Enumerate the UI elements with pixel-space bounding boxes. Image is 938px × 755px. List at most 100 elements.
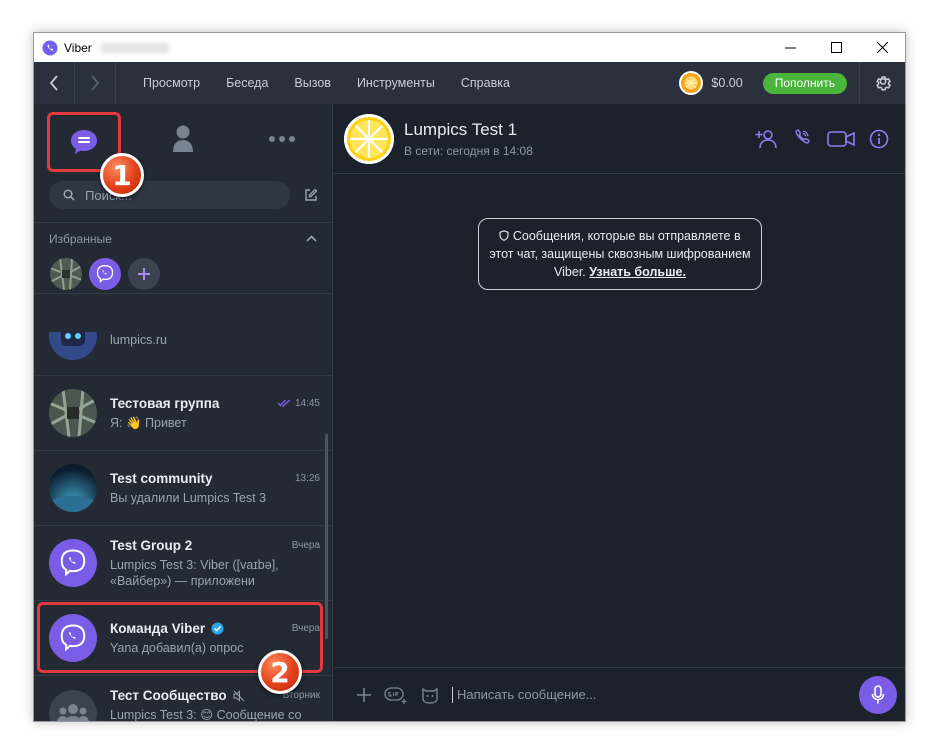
back-button[interactable] xyxy=(34,62,74,104)
title-bar: Viber xyxy=(34,33,905,62)
favorites-header[interactable]: Избранные xyxy=(34,222,332,254)
chat-top: Test Group 2 Вчера xyxy=(110,538,320,553)
chat-body: lumpics.ru xyxy=(110,332,332,348)
close-button[interactable] xyxy=(859,33,905,62)
chat-name: Test Group 2 xyxy=(110,537,193,553)
chat-body: Тестовая группа 14:45 Я: 👋 Привет xyxy=(110,396,332,431)
add-favorite-button[interactable] xyxy=(128,257,160,290)
chat-body: Тест Сообщество Вторник Lumpics Test 3: … xyxy=(110,688,332,721)
info-icon[interactable] xyxy=(869,129,889,149)
maximize-icon xyxy=(830,42,842,53)
microphone-icon xyxy=(871,684,885,703)
contact-avatar[interactable] xyxy=(344,113,394,164)
viber-phone-icon xyxy=(60,549,86,577)
viber-call-icon[interactable] xyxy=(791,128,813,150)
chat-list: lumpics.ru Тестовая группа 14:45 Я: 👋 Пр… xyxy=(34,332,332,721)
viber-phone-icon xyxy=(60,624,86,652)
maximize-button[interactable] xyxy=(813,33,859,62)
settings-button[interactable] xyxy=(859,62,905,104)
tab-more[interactable] xyxy=(232,104,331,174)
shield-icon xyxy=(499,230,509,241)
gear-icon xyxy=(875,76,891,91)
topup-button[interactable]: Пополнить xyxy=(762,72,847,94)
balance-amount: $0.00 xyxy=(711,76,743,90)
tab-contacts[interactable] xyxy=(133,104,232,174)
left-panel: 1 Поиск... Избранные lumpics.ru Тестовая… xyxy=(34,104,333,721)
viber-phone-icon xyxy=(96,264,114,283)
plus-icon xyxy=(357,687,371,702)
chat-message: Lumpics Test 3: Viber ([vaɪbə], «Вайбер»… xyxy=(110,557,279,588)
forward-button[interactable] xyxy=(75,62,115,104)
chat-item-test-group[interactable]: Тестовая группа 14:45 Я: 👋 Привет xyxy=(34,376,332,451)
orange-slice-icon xyxy=(682,74,701,92)
chat-time: Вчера xyxy=(291,539,320,551)
chat-name: Тест Сообщество xyxy=(110,688,227,703)
video-call-icon[interactable] xyxy=(827,130,855,148)
text-caret xyxy=(452,686,453,703)
menu-help[interactable]: Справка xyxy=(448,76,523,90)
menu-view[interactable]: Просмотр xyxy=(130,76,213,90)
chat-time: 14:45 xyxy=(277,398,320,409)
account-avatar[interactable] xyxy=(679,71,704,95)
minimize-button[interactable] xyxy=(767,33,813,62)
step-badge-2: 2 xyxy=(258,650,302,694)
chat-message: Вы удалили Lumpics Test 3 xyxy=(110,490,267,505)
minimize-icon xyxy=(784,47,796,49)
chat-name: Тестовая группа xyxy=(110,395,220,411)
add-participant-icon[interactable] xyxy=(755,129,777,149)
chat-message: Я: 👋 Привет xyxy=(110,415,187,430)
plus-icon xyxy=(138,267,150,280)
blurred-title-extra xyxy=(99,42,170,53)
window-title: Viber xyxy=(64,40,92,55)
chat-list-scrollbar[interactable] xyxy=(325,434,328,639)
chat-body: Test community 13:26 Вы удалили Lumpics … xyxy=(110,471,332,506)
menu-items: Просмотр Беседа Вызов Инструменты Справк… xyxy=(130,76,523,90)
gif-button[interactable] xyxy=(384,686,408,704)
chevron-right-icon xyxy=(91,75,100,91)
window-controls xyxy=(767,33,905,62)
menu-conversation[interactable]: Беседа xyxy=(213,76,281,90)
sidebar-tabs: 1 xyxy=(34,104,332,197)
chat-time-text: 14:45 xyxy=(294,397,320,409)
message-input[interactable]: Написать сообщение... xyxy=(457,687,597,702)
chat-name: Команда Viber xyxy=(110,620,206,636)
chat-item-test-group-2[interactable]: Test Group 2 Вчера Lumpics Test 3: Viber… xyxy=(34,526,332,601)
search-row: Поиск... xyxy=(34,174,332,216)
voice-message-button[interactable] xyxy=(859,675,897,714)
learn-more-link[interactable]: Узнать больше. xyxy=(589,265,686,279)
menu-tools[interactable]: Инструменты xyxy=(344,76,448,90)
chat-body: Команда Viber Вчера Yana добавил(а) опро… xyxy=(110,621,332,656)
earth-avatar xyxy=(49,464,97,512)
favorite-avatar-circuit[interactable] xyxy=(50,257,82,290)
viber-avatar xyxy=(49,539,97,587)
chevron-left-icon xyxy=(49,75,58,91)
circuit-board-icon xyxy=(50,257,82,290)
gif-icon xyxy=(384,686,407,704)
compose-icon[interactable] xyxy=(304,188,318,202)
muted-icon xyxy=(233,689,244,702)
circuit-avatar xyxy=(49,389,97,437)
verified-badge-icon xyxy=(211,622,224,634)
conversation-panel: Lumpics Test 1 В сети: сегодня в 14:08 С… xyxy=(334,104,905,721)
lemon-slice-icon xyxy=(344,113,394,164)
favorite-avatar-viber[interactable] xyxy=(89,257,121,290)
close-icon xyxy=(876,42,888,53)
chat-item-lumpics[interactable]: lumpics.ru xyxy=(34,332,332,376)
viber-window: Viber Просмотр Беседа Вызов Инструменты … xyxy=(33,32,906,722)
menu-right: $0.00 Пополнить xyxy=(679,62,905,104)
person-icon xyxy=(172,125,193,152)
sticker-button[interactable] xyxy=(420,686,440,704)
attach-button[interactable] xyxy=(356,687,372,703)
group-avatar xyxy=(49,689,97,721)
favorites-label: Избранные xyxy=(49,231,112,246)
menu-call[interactable]: Вызов xyxy=(281,76,344,90)
bear-sticker-icon xyxy=(422,687,438,704)
search-input[interactable]: Поиск... xyxy=(49,181,290,209)
chat-top: Команда Viber Вчера xyxy=(110,621,320,636)
viber-avatar xyxy=(49,614,97,662)
chat-item-test-community[interactable]: Test community 13:26 Вы удалили Lumpics … xyxy=(34,451,332,526)
chat-message: Lumpics Test 3: 😊 Сообщение со стикером xyxy=(110,708,302,721)
chat-top: Тестовая группа 14:45 xyxy=(110,396,320,411)
chevron-up-icon[interactable] xyxy=(306,235,317,242)
viber-logo-icon xyxy=(42,40,58,55)
